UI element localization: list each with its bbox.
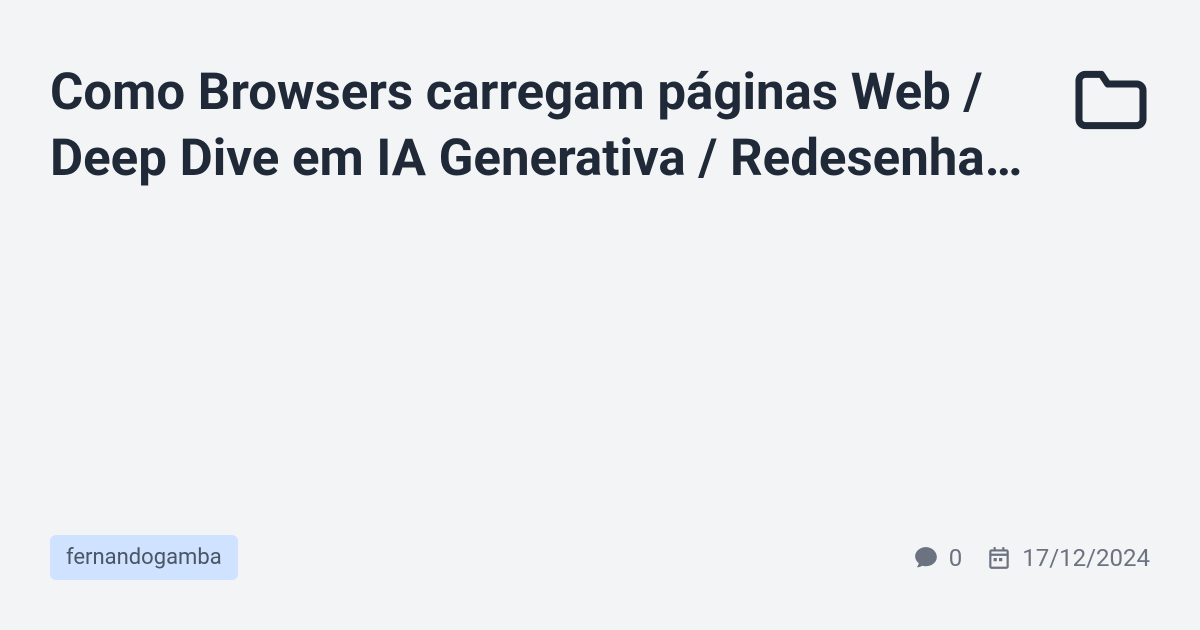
date-meta: 17/12/2024 [986, 544, 1150, 572]
card-header: Como Browsers carregam páginas Web / Dee… [50, 60, 1150, 193]
author-tag[interactable]: fernandogamba [50, 535, 238, 580]
comment-icon [913, 545, 939, 571]
comments-count: 0 [949, 544, 963, 572]
date-value: 17/12/2024 [1022, 544, 1150, 572]
folder-icon [1072, 68, 1150, 132]
calendar-icon [986, 545, 1012, 571]
article-title: Como Browsers carregam páginas Web / Dee… [50, 60, 1032, 193]
meta-info: 0 17/12/2024 [913, 544, 1150, 572]
card-footer: fernandogamba 0 17/12/2024 [50, 535, 1150, 580]
comments-meta: 0 [913, 544, 963, 572]
